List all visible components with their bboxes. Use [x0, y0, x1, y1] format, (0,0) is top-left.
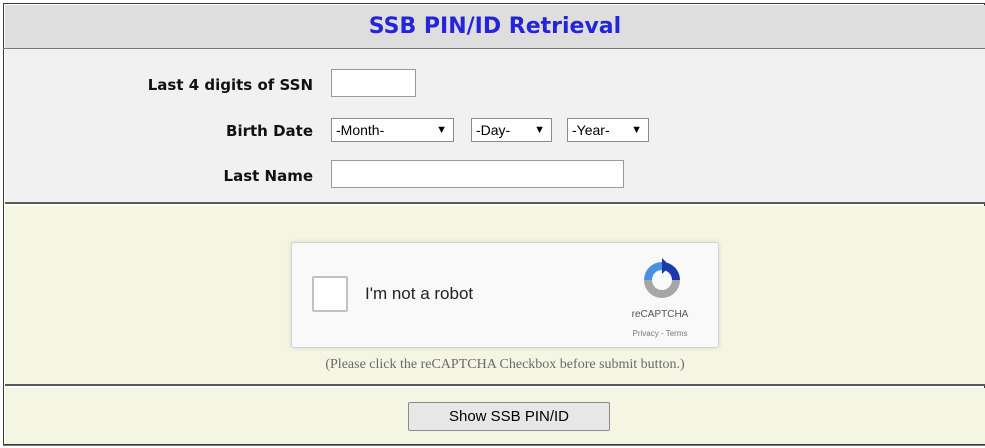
chevron-down-icon: ▼ [534, 124, 545, 136]
day-select[interactable]: -Day- ▼ [471, 118, 552, 142]
form-section: Last 4 digits of SSN Birth Date -Month- … [5, 49, 985, 204]
recaptcha-checkbox[interactable] [312, 276, 348, 312]
chevron-down-icon: ▼ [631, 124, 642, 136]
page-title: SSB PIN/ID Retrieval [368, 14, 622, 39]
title-bar: SSB PIN/ID Retrieval [5, 5, 985, 49]
captcha-note: (Please click the reCAPTCHA Checkbox bef… [325, 357, 685, 372]
show-pin-button[interactable]: Show SSB PIN/ID [408, 402, 610, 431]
recaptcha-widget: I'm not a robot reCAPTCHA Privacy - Term… [291, 242, 719, 348]
recaptcha-brand: reCAPTCHA [631, 309, 689, 320]
captcha-section: I'm not a robot reCAPTCHA Privacy - Term… [5, 206, 985, 386]
ssn-label: Last 4 digits of SSN [147, 76, 313, 94]
month-selected: -Month- [336, 122, 385, 138]
divider [3, 445, 985, 446]
recaptcha-privacy-terms-link[interactable]: Privacy - Terms [610, 329, 710, 338]
year-selected: -Year- [572, 122, 610, 138]
ssn-input[interactable] [331, 69, 416, 97]
day-selected: -Day- [476, 122, 511, 138]
last-name-label: Last Name [223, 167, 313, 185]
last-name-input[interactable] [331, 160, 624, 188]
year-select[interactable]: -Year- ▼ [567, 118, 649, 142]
recaptcha-logo-icon [644, 258, 680, 298]
birth-date-label: Birth Date [226, 122, 313, 140]
divider [3, 48, 985, 49]
button-section: Show SSB PIN/ID [5, 388, 985, 444]
month-select[interactable]: -Month- ▼ [331, 118, 454, 142]
recaptcha-label: I'm not a robot [365, 284, 474, 303]
chevron-down-icon: ▼ [436, 124, 447, 136]
